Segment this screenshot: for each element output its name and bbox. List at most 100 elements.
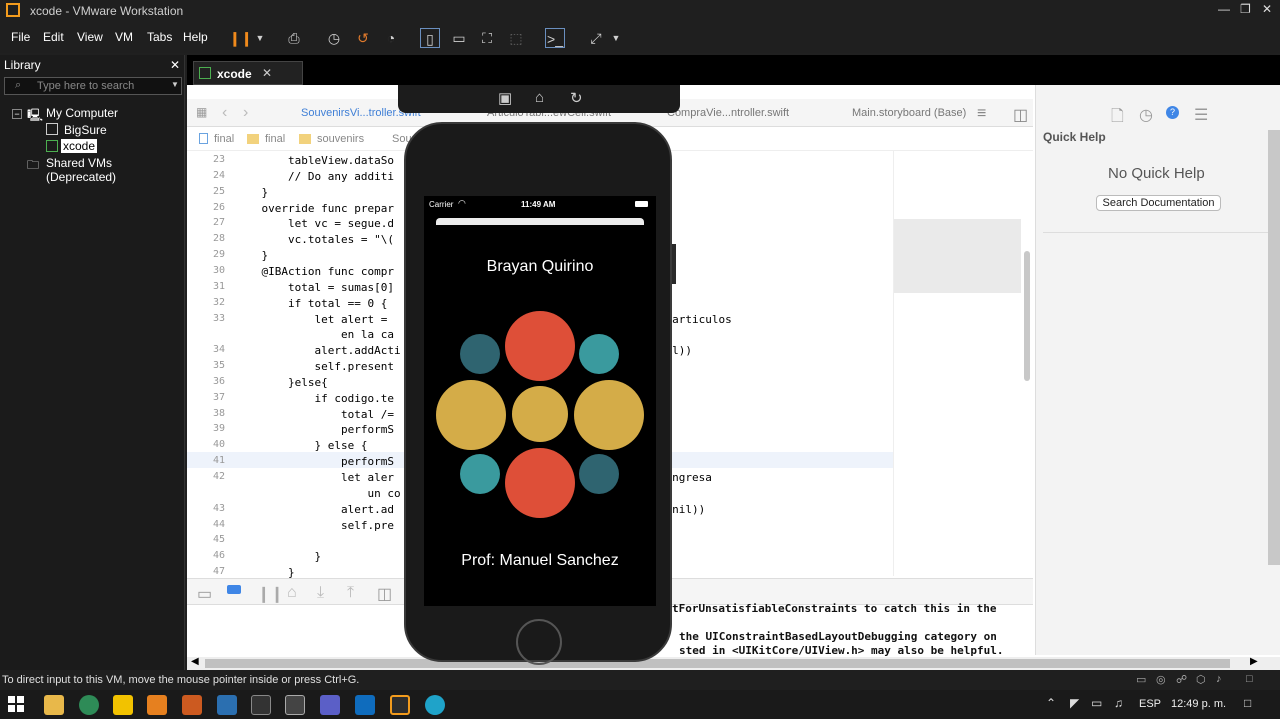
circle-left[interactable] <box>436 380 506 450</box>
fullscreen-icon[interactable]: ⛶ <box>477 28 497 48</box>
editor-tab-4[interactable]: Main.storyboard (Base) <box>852 107 966 119</box>
search-dropdown-icon[interactable]: ▼ <box>171 80 179 89</box>
tree-item-xcode[interactable]: xcode <box>61 139 98 153</box>
quick-help-icon[interactable]: ? <box>1166 106 1179 119</box>
circle-center[interactable] <box>512 386 568 442</box>
view-debugger-icon[interactable]: ◫ <box>377 584 392 604</box>
grid-icon[interactable]: ▦ <box>196 105 207 119</box>
step-out-icon[interactable]: ⤒ <box>347 584 354 602</box>
console-view-icon[interactable]: >_ <box>545 28 565 48</box>
library-search-input[interactable]: ⌕ Type here to search ▼ <box>4 77 182 95</box>
circle-bottom[interactable] <box>505 448 575 518</box>
step-in-icon[interactable]: ⤓ <box>317 584 324 602</box>
file-inspector-icon[interactable]: 🗋 <box>1111 105 1124 132</box>
rotate-icon[interactable]: ↻ <box>570 89 583 107</box>
pause-icon[interactable]: ❙❙ <box>229 28 252 48</box>
unity-icon[interactable]: ⬚ <box>506 28 526 48</box>
screenshot-icon[interactable]: ▣ <box>498 89 512 107</box>
line-number: 32 <box>212 296 225 308</box>
editor-tab-3[interactable]: CompraVie...ntroller.swift <box>667 107 789 119</box>
phone-screen[interactable]: Carrier ◠ 11:49 AM Brayan Quirino Prof: … <box>424 196 656 606</box>
library-view-icon[interactable]: ▯ <box>420 28 440 48</box>
revert-snapshot-icon[interactable]: ↺ <box>353 28 373 48</box>
file-explorer-icon[interactable] <box>44 695 64 715</box>
canvas-scrollbar[interactable] <box>1024 251 1030 381</box>
side-button[interactable] <box>672 244 676 284</box>
menu-view[interactable]: View <box>77 30 103 44</box>
scroll-right-icon[interactable]: ▶ <box>1250 656 1258 667</box>
menu-file[interactable]: File <box>11 30 30 44</box>
hide-debug-icon[interactable]: ▭ <box>197 584 212 604</box>
circle-top[interactable] <box>505 311 575 381</box>
app-icon-5[interactable] <box>217 695 237 715</box>
vm-tab-close-icon[interactable]: ✕ <box>262 66 272 80</box>
tray-battery-icon[interactable]: ▭ <box>1091 696 1102 710</box>
editor-options-icon[interactable]: ≡ <box>977 105 986 123</box>
send-keys-icon[interactable]: ⎙ <box>284 28 304 48</box>
tray-language[interactable]: ESP <box>1139 698 1161 710</box>
app-icon-6[interactable] <box>285 695 305 715</box>
vm-horizontal-scrollbar[interactable]: ◀ ▶ <box>187 656 1280 670</box>
pause-debug-icon[interactable]: ❙❙ <box>257 584 284 604</box>
tree-item-shared-vms[interactable]: Shared VMs (Deprecated) <box>46 156 184 184</box>
windows-start-icon[interactable] <box>8 696 24 712</box>
tree-expander-icon[interactable]: − <box>12 109 22 119</box>
circle-top-right[interactable] <box>579 334 619 374</box>
hdd-icon: ▭ <box>1136 674 1147 686</box>
back-icon[interactable]: ‹ <box>222 104 227 122</box>
tree-item-my-computer[interactable]: My Computer <box>46 106 118 120</box>
breadcrumb-item-3[interactable]: souvenirs <box>317 133 364 145</box>
scrollbar-thumb[interactable] <box>205 659 1230 668</box>
dropdown-chevron-icon[interactable]: ▼ <box>250 28 270 48</box>
circle-top-left[interactable] <box>460 334 500 374</box>
snapshot-icon[interactable]: ◷ <box>324 28 344 48</box>
stretch-dropdown-icon[interactable]: ▼ <box>606 28 626 48</box>
split-editor-icon[interactable]: ◫ <box>1013 105 1028 125</box>
circle-bottom-left[interactable] <box>460 454 500 494</box>
circle-bottom-right[interactable] <box>579 454 619 494</box>
tray-chevron-icon[interactable]: ⌃ <box>1046 696 1056 710</box>
scroll-left-icon[interactable]: ◀ <box>191 656 199 667</box>
notifications-icon[interactable]: □ <box>1244 696 1251 710</box>
forward-icon[interactable]: › <box>243 104 248 122</box>
maximize-button[interactable]: ❐ <box>1240 2 1251 16</box>
tray-network-icon[interactable]: ◤ <box>1070 696 1079 710</box>
inspector-scrollbar[interactable] <box>1268 130 1280 565</box>
menu-tabs[interactable]: Tabs <box>147 30 172 44</box>
history-inspector-icon[interactable]: ◷ <box>1139 105 1153 125</box>
home-icon[interactable]: ⌂ <box>535 89 544 106</box>
outlook-icon[interactable] <box>355 695 375 715</box>
thumbnail-view-icon[interactable]: ▭ <box>449 28 469 48</box>
circle-right[interactable] <box>574 380 644 450</box>
tree-item-bigsure[interactable]: BigSure <box>64 123 107 137</box>
vmware-taskbar-icon[interactable] <box>390 695 410 715</box>
xcode-window: ▦ ‹ › SouvenirsVi...troller.swift Articu… <box>187 85 1280 670</box>
app-icon-1[interactable] <box>79 695 99 715</box>
tray-clock[interactable]: 12:49 p. m. <box>1171 698 1226 710</box>
carrier-label: Carrier <box>429 200 454 209</box>
vm-tab-xcode[interactable]: xcode ✕ <box>193 61 303 85</box>
tray-volume-icon[interactable]: ♫ <box>1114 696 1123 710</box>
app-icon-3[interactable] <box>147 695 167 715</box>
line-number: 30 <box>212 264 225 276</box>
close-button[interactable]: ✕ <box>1262 2 1272 16</box>
breadcrumb-item-1[interactable]: final <box>214 133 234 145</box>
breadcrumb-item-2[interactable]: final <box>265 133 285 145</box>
breakpoints-icon[interactable] <box>227 585 241 594</box>
menu-edit[interactable]: Edit <box>43 30 64 44</box>
minimize-button[interactable]: — <box>1218 2 1230 16</box>
teams-icon[interactable] <box>320 695 340 715</box>
snapshot-manager-icon[interactable]: ◔ <box>381 28 401 48</box>
app-icon-2[interactable] <box>113 695 133 715</box>
menu-help[interactable]: Help <box>183 30 208 44</box>
search-documentation-button[interactable]: Search Documentation <box>1096 195 1221 211</box>
terminal-icon[interactable] <box>251 695 271 715</box>
edge-icon[interactable] <box>425 695 445 715</box>
stretch-icon[interactable]: ⤢ <box>586 28 606 48</box>
menu-vm[interactable]: VM <box>115 30 133 44</box>
library-close-icon[interactable]: ✕ <box>170 58 180 72</box>
app-icon-4[interactable] <box>182 695 202 715</box>
step-over-icon[interactable]: ⌂ <box>287 584 297 602</box>
home-button[interactable] <box>516 619 562 665</box>
attributes-inspector-icon[interactable]: ☰ <box>1194 105 1208 125</box>
